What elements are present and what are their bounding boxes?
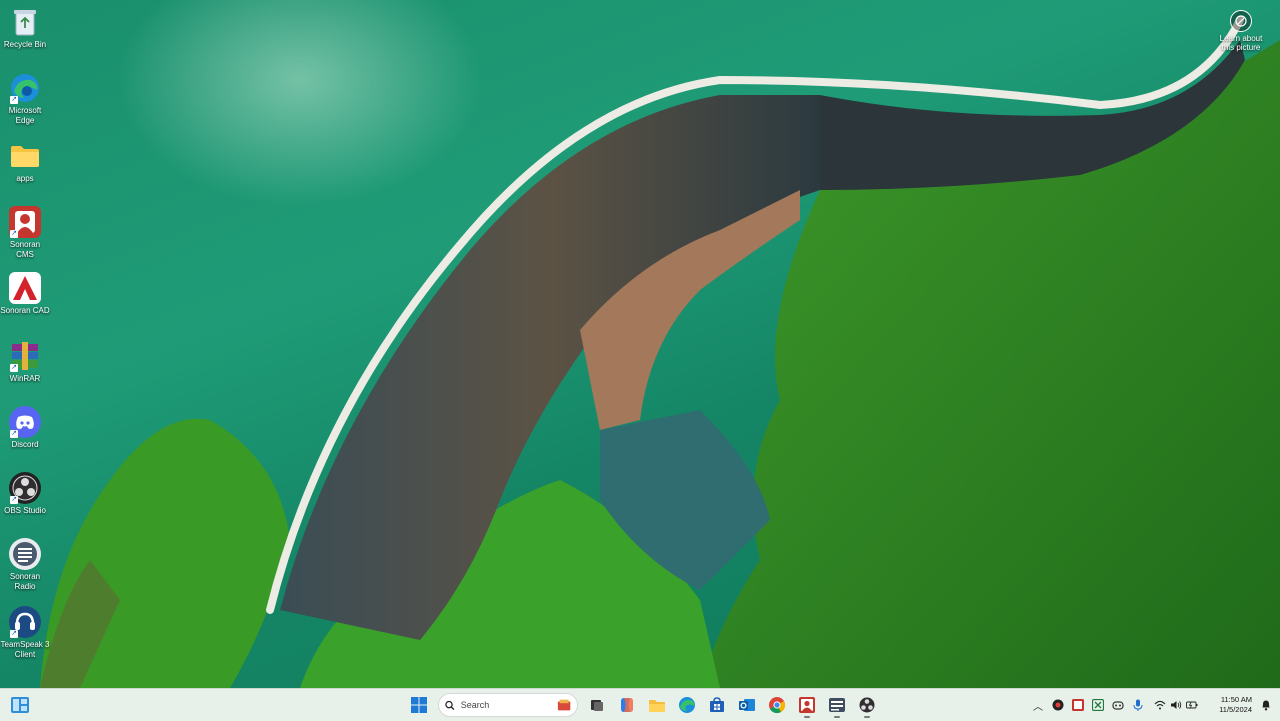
- clock-date: 11/5/2024: [1219, 705, 1252, 714]
- edge-icon: ↗: [9, 72, 41, 104]
- desktop-icon-discord[interactable]: ↗ Discord: [0, 406, 50, 450]
- sonoran-cms-icon: ↗: [9, 206, 41, 238]
- microphone-button[interactable]: [1128, 695, 1148, 715]
- start-icon: [411, 697, 427, 713]
- sonoran-cad-icon: [9, 272, 41, 304]
- sonoran-cms-icon: [799, 697, 815, 713]
- learn-about-label: Learn about this picture: [1219, 34, 1263, 52]
- tray-app-2[interactable]: [1068, 695, 1088, 715]
- copilot-icon: [621, 698, 633, 712]
- widgets-icon: [11, 697, 29, 713]
- microsoft-store-button[interactable]: [704, 692, 730, 718]
- show-hidden-icons-button[interactable]: ︿: [1028, 695, 1048, 715]
- file-explorer-button[interactable]: [644, 692, 670, 718]
- start-button[interactable]: [406, 692, 432, 718]
- folder-icon: [9, 140, 41, 172]
- chevron-up-icon: ︿: [1033, 701, 1043, 713]
- desktop-icon-teamspeak[interactable]: ↗ TeamSpeak 3 Client: [0, 606, 50, 660]
- obs-studio-icon: ↗: [9, 472, 41, 504]
- clock[interactable]: 11:50 AM 11/5/2024: [1208, 695, 1252, 715]
- discord-icon: ↗: [9, 406, 41, 438]
- outlook-button[interactable]: [734, 692, 760, 718]
- system-tray: ︿ 11:50 AM 11/5/2024: [1028, 689, 1280, 721]
- desktop-icon-recycle-bin[interactable]: Recycle Bin: [0, 6, 50, 50]
- desktop-icon-label: TeamSpeak 3 Client: [0, 640, 50, 659]
- desktop-icon-microsoft-edge[interactable]: ↗ Microsoft Edge: [0, 72, 50, 126]
- desktop-icon-label: Microsoft Edge: [8, 106, 42, 125]
- winrar-icon: ↗: [9, 340, 41, 372]
- task-view-icon: [591, 700, 603, 711]
- dam-landscape-image: [40, 16, 1280, 688]
- desktop-icon-label: WinRAR: [9, 374, 41, 383]
- taskbar-pinned-apps: [406, 689, 880, 721]
- edge-icon: [679, 697, 695, 713]
- desktop-icon-label: Recycle Bin: [3, 40, 47, 49]
- chrome-button[interactable]: [764, 692, 790, 718]
- microsoft-store-icon: [710, 697, 724, 712]
- game-controller-icon: [1112, 701, 1124, 710]
- teamspeak-icon: ↗: [9, 606, 41, 638]
- desktop-icon-sonoran-radio[interactable]: Sonoran Radio: [0, 538, 50, 592]
- desktop-icon-label: Sonoran Radio: [9, 572, 41, 591]
- battery-icon: [1186, 701, 1198, 709]
- tray-app-4[interactable]: [1108, 695, 1128, 715]
- learn-about-picture-button[interactable]: Learn about this picture: [1216, 10, 1266, 52]
- discord-tray-icon: [1052, 699, 1064, 711]
- sonoran-cms-taskbar-button[interactable]: [794, 692, 820, 718]
- desktop-wallpaper: [0, 0, 1280, 688]
- desktop-icon-obs-studio[interactable]: ↗ OBS Studio: [0, 472, 50, 516]
- desktop-icon-winrar[interactable]: ↗ WinRAR: [0, 340, 50, 384]
- sonoran-radio-icon: [829, 698, 845, 712]
- obs-studio-icon: [859, 697, 875, 713]
- obs-studio-taskbar-button[interactable]: [854, 692, 880, 718]
- recycle-bin-icon: [9, 6, 41, 38]
- file-explorer-icon: [649, 700, 665, 712]
- notifications-button[interactable]: [1258, 695, 1274, 715]
- widgets-button[interactable]: [10, 696, 30, 714]
- wifi-icon: [1154, 700, 1166, 710]
- taskbar-search-box[interactable]: [438, 693, 578, 717]
- taskbar: ︿ 11:50 AM 11/5/2024: [0, 688, 1280, 721]
- tray-app-3[interactable]: [1088, 695, 1108, 715]
- copilot-button[interactable]: [614, 692, 640, 718]
- sonoran-cms-tray-icon: [1072, 699, 1084, 711]
- desktop-icon-sonoran-cad[interactable]: Sonoran CAD: [0, 272, 50, 316]
- search-icon: [445, 700, 455, 710]
- search-input[interactable]: [460, 700, 551, 710]
- tray-app-1[interactable]: [1048, 695, 1068, 715]
- desktop-icon-apps[interactable]: apps: [0, 140, 50, 184]
- task-view-button[interactable]: [584, 692, 610, 718]
- clock-time: 11:50 AM: [1220, 695, 1252, 704]
- excel-tray-icon: [1092, 699, 1104, 711]
- outlook-icon: [739, 699, 755, 711]
- desktop-icon-label: Sonoran CMS: [9, 240, 41, 259]
- desktop-icon-label: apps: [16, 174, 34, 183]
- bell-icon: [1262, 700, 1270, 711]
- sonoran-radio-taskbar-button[interactable]: [824, 692, 850, 718]
- volume-icon: [1171, 701, 1182, 709]
- desktop-icon-label: Sonoran CAD: [0, 306, 50, 315]
- desktop-icon-sonoran-cms[interactable]: ↗ Sonoran CMS: [0, 206, 50, 260]
- desktop-icon-label: Discord: [11, 440, 39, 449]
- chrome-icon: [769, 697, 786, 714]
- quick-settings-button[interactable]: [1148, 695, 1204, 715]
- search-highlight-icon: [557, 699, 571, 711]
- edge-button[interactable]: [674, 692, 700, 718]
- camera-icon: [1230, 10, 1252, 32]
- sonoran-radio-icon: [9, 538, 41, 570]
- desktop-icon-label: OBS Studio: [4, 506, 46, 515]
- microphone-icon: [1133, 699, 1143, 711]
